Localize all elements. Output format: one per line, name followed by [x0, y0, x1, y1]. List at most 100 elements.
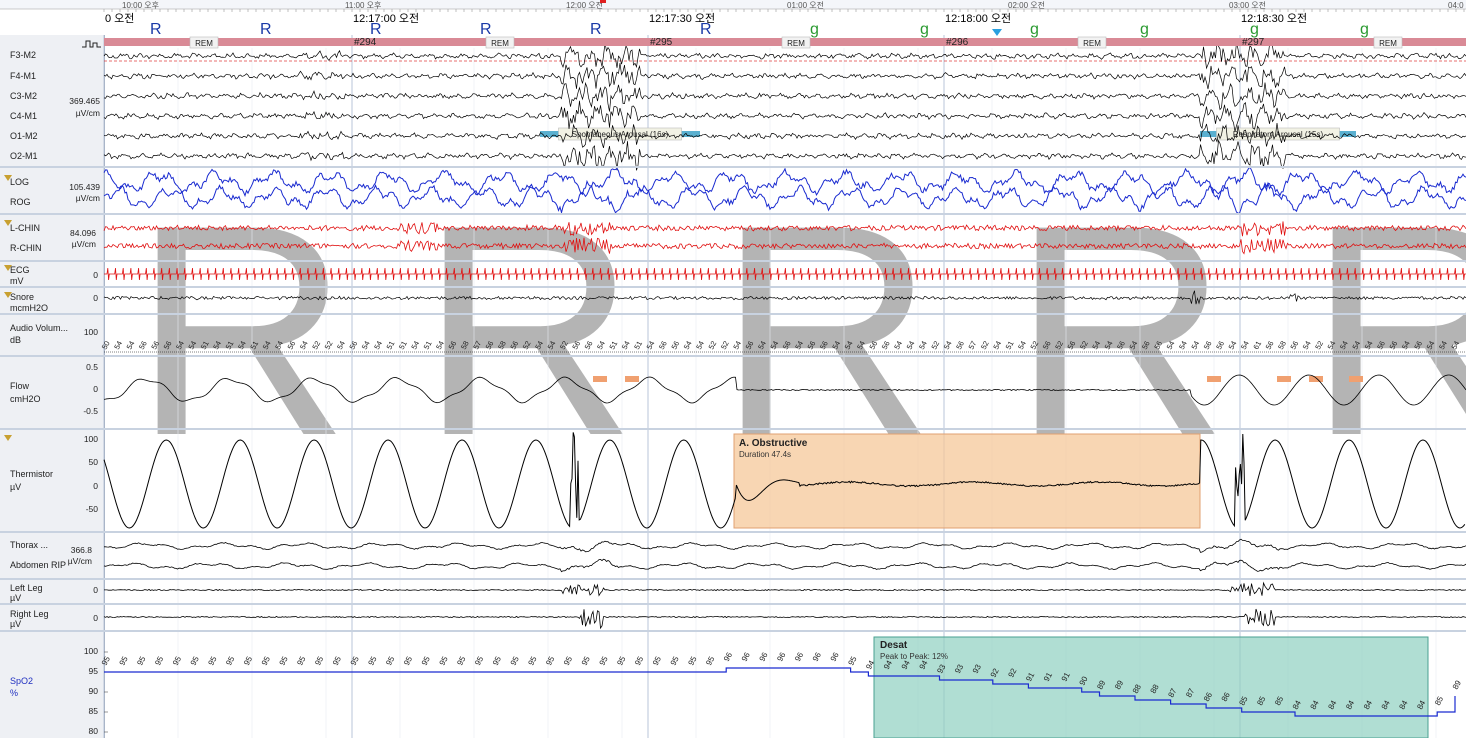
spo2-value-label: 95: [562, 654, 574, 667]
audio-volume-value: 54: [991, 339, 1003, 351]
flow-limitation-marker: [593, 376, 607, 382]
stage-letter: g: [1250, 21, 1259, 38]
spo2-value-label: 96: [740, 650, 752, 663]
spo2-value-label: 95: [366, 654, 378, 667]
spo2-value-label: 95: [189, 654, 201, 667]
stage-rem-label: REM: [787, 39, 805, 48]
audio-volume-value: 56: [1264, 339, 1276, 351]
flow-limitation-marker: [1309, 376, 1323, 382]
audio-volume-value: 58: [1276, 339, 1288, 351]
spo2-value-label: 95: [704, 654, 716, 667]
spo2-value-label: 95: [402, 654, 414, 667]
obstructive-apnea-duration: Duration 47.4s: [739, 450, 791, 459]
cursor-red-marker: [600, 0, 606, 3]
spo2-value-label: 89: [1451, 678, 1463, 691]
spo2-value-label: 95: [420, 654, 432, 667]
stage-letter: R: [260, 21, 272, 38]
spo2-value-label: 96: [758, 650, 770, 663]
spo2-value-label: 95: [349, 654, 361, 667]
spo2-value-label: 96: [811, 650, 823, 663]
spo2-value-label: 95: [526, 654, 538, 667]
spo2-value-label: 95: [598, 654, 610, 667]
stage-letter: g: [1360, 21, 1369, 38]
audio-volume-value: 51: [385, 339, 397, 351]
audio-volume-value: 50: [100, 339, 112, 351]
spo2-value-label: 95: [615, 654, 627, 667]
spo2-value-label: 95: [135, 654, 147, 667]
stage-letter: g: [810, 21, 819, 38]
spo2-value-label: 95: [260, 654, 272, 667]
audio-volume-value: 57: [967, 339, 979, 351]
audio-volume-value: 56: [1288, 339, 1300, 351]
spo2-value-label: 95: [633, 654, 645, 667]
fine-time-label: 03:00 오전: [1229, 0, 1266, 10]
spo2-value-label: 95: [651, 654, 663, 667]
spo2-value-label: 95: [846, 654, 858, 667]
epoch-number: #296: [946, 37, 969, 48]
audio-volume-value: 52: [707, 339, 719, 351]
audio-volume-value: 56: [954, 339, 966, 351]
spo2-value-label: 85: [1433, 694, 1445, 707]
fine-time-label: 01:00 오전: [787, 0, 824, 10]
fine-time-label: 04:0: [1448, 1, 1464, 10]
stage-rem-label: REM: [491, 39, 509, 48]
flow-limitation-marker: [625, 376, 639, 382]
psg-signal-display[interactable]: RRRRR Spontaneous Arousal (16s) Respirato…: [0, 0, 1466, 738]
audio-volume-value: 54: [112, 339, 124, 351]
spo2-value-label: 95: [224, 654, 236, 667]
stage-letter: R: [370, 21, 382, 38]
spo2-value-label: 95: [171, 654, 183, 667]
fine-time-label: 12:00 오전: [566, 0, 603, 10]
spo2-value-label: 95: [295, 654, 307, 667]
stage-letter: g: [920, 21, 929, 38]
fine-time-label: 02:00 오전: [1008, 0, 1045, 10]
spo2-value-label: 96: [722, 650, 734, 663]
right-leg-trace: [103, 608, 1466, 630]
eeg-trace-3: [103, 100, 1466, 132]
flow-limitation-marker: [1207, 376, 1221, 382]
stage-letter: R: [150, 21, 162, 38]
stage-rem-label: REM: [1083, 39, 1101, 48]
spo2-value-label: 96: [793, 650, 805, 663]
audio-volume-value: 61: [1251, 339, 1263, 351]
desat-detail: Peak to Peak: 12%: [880, 652, 948, 661]
spo2-value-label: 95: [580, 654, 592, 667]
spo2-value-label: 95: [153, 654, 165, 667]
spo2-value-label: 95: [544, 654, 556, 667]
epoch-time-label: 12:17:00 오전: [353, 12, 419, 25]
stage-rem-label: REM: [195, 39, 213, 48]
left-leg-trace: [104, 581, 1466, 597]
abdomen-trace: [103, 558, 1466, 573]
fine-time-label: 11:00 오후: [345, 1, 381, 10]
audio-volume-value: 52: [979, 339, 991, 351]
spo2-value-label: 95: [438, 654, 450, 667]
audio-volume-value: 51: [397, 339, 409, 351]
epoch-time-label: 12:18:00 오전: [945, 12, 1011, 25]
spo2-value-label: 95: [331, 654, 343, 667]
spo2-value-label: 95: [100, 654, 112, 667]
audio-volume-value: 54: [372, 339, 384, 351]
epoch-number: #295: [650, 37, 673, 48]
spo2-value-label: 95: [509, 654, 521, 667]
hypnogram-icon: [82, 40, 101, 48]
audio-volume-value: 54: [360, 339, 372, 351]
spo2-value-label: 96: [829, 650, 841, 663]
audio-volume-value: 54: [1239, 339, 1251, 351]
fine-time-label: 10:00 오후: [122, 1, 159, 10]
flow-limitation-marker: [1277, 376, 1291, 382]
spo2-value-label: 95: [455, 654, 467, 667]
spo2-value-label: 95: [686, 654, 698, 667]
stage-letter: g: [1140, 21, 1149, 38]
spo2-value-label: 95: [313, 654, 325, 667]
epoch-number: #297: [1242, 37, 1265, 48]
audio-volume-value: 54: [645, 339, 657, 351]
spo2-value-label: 96: [775, 650, 787, 663]
stage-letter: R: [700, 21, 712, 38]
spo2-value-label: 95: [384, 654, 396, 667]
spo2-value-label: 95: [669, 654, 681, 667]
stage-letter: R: [590, 21, 602, 38]
audio-volume-value: 56: [669, 339, 681, 351]
audio-volume-value: 56: [657, 339, 669, 351]
stage-rem-label: REM: [1379, 39, 1397, 48]
spo2-value-label: 95: [118, 654, 130, 667]
